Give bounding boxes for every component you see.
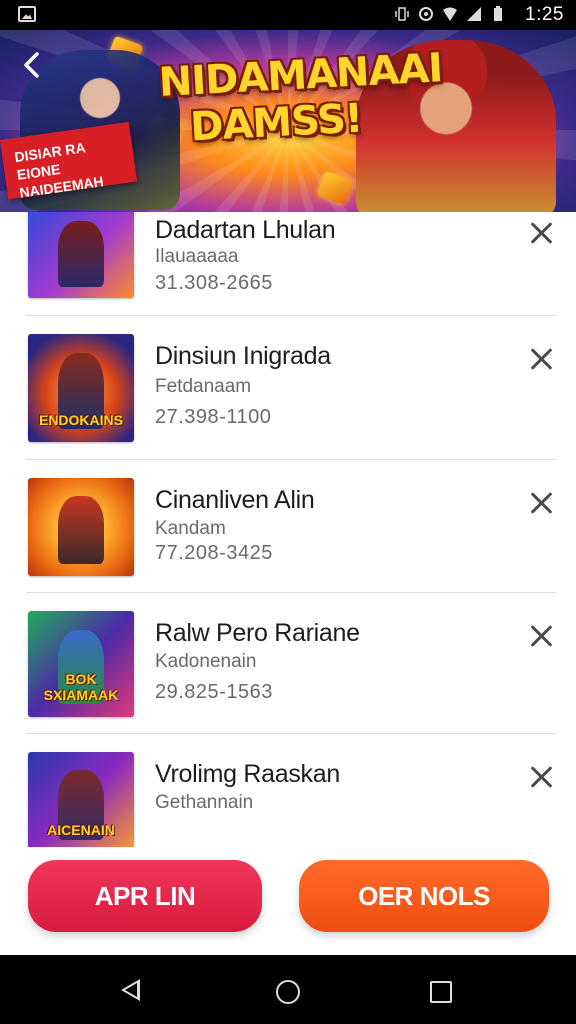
divider: [26, 459, 556, 460]
battery-icon: [494, 6, 502, 21]
status-icons: [394, 6, 506, 22]
system-nav-bar: [0, 955, 576, 1024]
nav-back-icon[interactable]: [121, 979, 140, 1001]
item-subtitle: Gethannain: [155, 792, 254, 813]
game-thumbnail[interactable]: ENDOKAINS: [28, 334, 134, 442]
game-thumbnail[interactable]: BOK SXIAMAAK: [28, 611, 134, 717]
remove-item-icon[interactable]: [528, 346, 554, 372]
thumbnail-caption: AICENAIN: [47, 822, 115, 838]
item-code: 31.308-2665: [155, 272, 273, 294]
thumbnail-figure: [57, 495, 105, 565]
clock: 1:25: [525, 4, 564, 25]
game-thumbnail[interactable]: AICENAIN: [28, 752, 134, 847]
item-title: Vrolimg Raaskan: [155, 760, 340, 788]
sync-icon: [419, 7, 433, 21]
remove-item-icon[interactable]: [528, 623, 554, 649]
item-subtitle: Kadonenain: [155, 651, 257, 672]
remove-item-icon[interactable]: [528, 764, 554, 790]
signal-icon: [467, 7, 481, 21]
game-list[interactable]: Dadartan Lhulan Ilauaaaaa 31.308-2665 EN…: [0, 212, 576, 847]
item-code: 77.208-3425: [155, 542, 273, 564]
thumbnail-caption: ENDOKAINS: [38, 412, 123, 428]
divider: [26, 315, 556, 316]
banner-title: NIDAMANAAI DAMSS!: [158, 45, 444, 152]
remove-item-icon[interactable]: [528, 490, 554, 516]
item-title: Dadartan Lhulan: [155, 216, 336, 244]
list-item[interactable]: BOK SXIAMAAK Ralw Pero Rariane Kadonenai…: [0, 611, 576, 741]
thumbnail-caption: BOK SXIAMAAK: [43, 671, 119, 703]
item-subtitle: Ilauaaaaa: [155, 246, 239, 267]
wifi-icon: [443, 7, 457, 21]
promo-banner[interactable]: NIDAMANAAI DAMSS! DISIAR RA EIONE NAIDEE…: [0, 30, 576, 212]
item-code: 29.825-1563: [155, 681, 273, 703]
list-item[interactable]: ENDOKAINS Dinsiun Inigrada Fetdanaam 27.…: [0, 334, 576, 464]
list-item[interactable]: Cinanliven Alin Kandam 77.208-3425: [0, 478, 576, 608]
nav-recents-icon[interactable]: [430, 981, 452, 1003]
divider: [26, 592, 556, 593]
item-title: Cinanliven Alin: [155, 486, 315, 514]
order-button[interactable]: OER NOLS: [299, 860, 549, 932]
apply-button[interactable]: APR LIN: [28, 860, 262, 932]
gallery-icon: [18, 6, 36, 22]
vibrate-icon: [395, 7, 409, 21]
item-subtitle: Fetdanaam: [155, 376, 252, 397]
game-thumbnail[interactable]: [28, 212, 134, 298]
remove-item-icon[interactable]: [528, 220, 554, 246]
thumbnail-figure: [57, 220, 105, 287]
back-arrow-icon[interactable]: [18, 50, 48, 80]
nav-home-icon[interactable]: [276, 980, 300, 1004]
item-code: 27.398-1100: [155, 406, 272, 428]
item-subtitle: Kandam: [155, 518, 226, 539]
item-title: Ralw Pero Rariane: [155, 619, 360, 647]
divider: [26, 733, 556, 734]
game-thumbnail[interactable]: [28, 478, 134, 576]
status-bar: 1:25: [0, 0, 576, 30]
list-item[interactable]: AICENAIN Vrolimg Raaskan Gethannain: [0, 752, 576, 847]
item-title: Dinsiun Inigrada: [155, 342, 331, 370]
